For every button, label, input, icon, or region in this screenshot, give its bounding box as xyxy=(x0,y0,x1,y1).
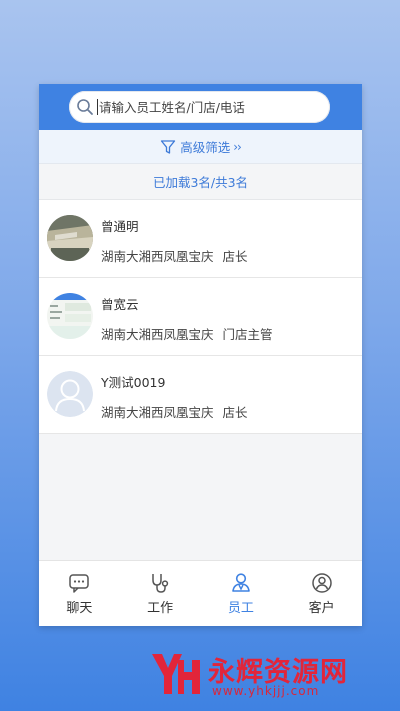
tab-label: 聊天 xyxy=(66,601,93,616)
search-bar[interactable] xyxy=(69,91,330,123)
filter-icon xyxy=(161,139,176,154)
watermark-logo-icon xyxy=(152,654,200,694)
tab-customer[interactable]: 客户 xyxy=(281,561,362,626)
watermark: 永辉资源网 www.yhkjjj.com xyxy=(148,650,388,700)
tab-work[interactable]: 工作 xyxy=(120,561,201,626)
bottom-tab-bar: 聊天 工作 员工 客户 xyxy=(39,560,362,626)
search-input[interactable] xyxy=(97,99,297,115)
employee-store: 湖南大湘西凤凰宝庆 xyxy=(101,327,214,342)
employee-name: 曾宽云 xyxy=(101,297,139,312)
employee-role: 店长 xyxy=(222,405,248,420)
employee-store: 湖南大湘西凤凰宝庆 xyxy=(101,405,214,420)
stethoscope-icon xyxy=(152,574,169,593)
watermark-url: www.yhkjjj.com xyxy=(212,684,320,698)
employee-list: 曾通明 湖南大湘西凤凰宝庆 店长 曾宽云 湖南大湘西凤凰宝庆 门店主管 Y测试0… xyxy=(39,200,362,434)
employee-info: 湖南大湘西凤凰宝庆 店长 xyxy=(101,402,248,421)
filter-label: 高级筛选 xyxy=(180,140,231,155)
chat-icon xyxy=(69,574,90,593)
advanced-filter-button[interactable]: 高级筛选 ›› xyxy=(39,130,362,164)
search-icon xyxy=(77,99,93,115)
employee-role: 门店主管 xyxy=(222,327,273,342)
default-avatar-icon xyxy=(47,371,93,417)
avatar xyxy=(47,215,93,261)
avatar xyxy=(47,293,93,339)
employee-row[interactable]: Y测试0019 湖南大湘西凤凰宝庆 店长 xyxy=(39,356,362,434)
employee-role: 店长 xyxy=(222,249,248,264)
tab-label: 客户 xyxy=(308,601,335,616)
employee-info: 湖南大湘西凤凰宝庆 店长 xyxy=(101,246,248,265)
employee-name: 曾通明 xyxy=(101,219,139,234)
employee-info: 湖南大湘西凤凰宝庆 门店主管 xyxy=(101,324,273,343)
employee-name: Y测试0019 xyxy=(101,375,166,390)
app-screen: 高级筛选 ›› 已加载3名/共3名 曾通明 湖南大湘西凤凰宝庆店长 xyxy=(39,84,362,626)
tab-label: 工作 xyxy=(147,601,174,616)
customer-icon xyxy=(311,573,332,593)
employee-store: 湖南大湘西凤凰宝庆 xyxy=(101,249,214,264)
employee-row[interactable]: 曾通明 湖南大湘西凤凰宝庆 店长 xyxy=(39,200,362,278)
tab-chat[interactable]: 聊天 xyxy=(39,561,120,626)
employee-row[interactable]: 曾宽云 湖南大湘西凤凰宝庆 门店主管 xyxy=(39,278,362,356)
loaded-count: 已加载3名/共3名 xyxy=(39,164,362,200)
employee-icon xyxy=(232,573,250,592)
top-bar xyxy=(39,84,362,130)
chevron-right-icon: ›› xyxy=(233,139,242,154)
tab-label: 员工 xyxy=(227,601,254,616)
tab-employee[interactable]: 员工 xyxy=(201,561,282,626)
